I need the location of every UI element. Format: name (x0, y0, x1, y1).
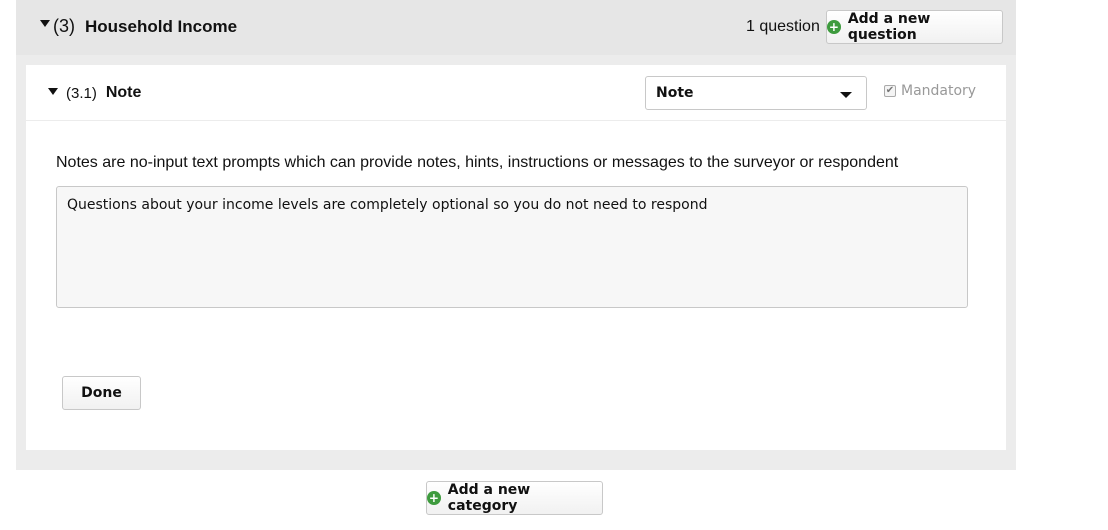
category-panel: (3) Household Income 1 question + Add a … (16, 0, 1016, 470)
mandatory-checkbox[interactable]: ✔ (884, 85, 896, 97)
caret-down-icon (40, 20, 50, 27)
note-description: Notes are no-input text prompts which ca… (56, 154, 899, 171)
plus-circle-icon: + (827, 20, 841, 34)
add-question-label: Add a new question (847, 11, 931, 43)
add-category-label: Add a new category (447, 482, 531, 514)
add-question-button[interactable]: + Add a new question (826, 10, 1003, 44)
question-header: (3.1) Note Note ✔ Mandatory (26, 65, 1006, 121)
question-card: (3.1) Note Note ✔ Mandatory Notes are no… (26, 65, 1006, 450)
add-category-button[interactable]: + Add a new category (426, 481, 603, 515)
chevron-down-icon (840, 92, 852, 98)
question-title: Note (105, 84, 142, 101)
question-number: (3.1) (66, 84, 97, 102)
question-type-value: Note (656, 85, 694, 101)
category-number: (3) (53, 16, 75, 36)
mandatory-label: Mandatory (901, 83, 977, 99)
category-header: (3) Household Income 1 question + Add a … (16, 0, 1016, 55)
plus-circle-icon: + (427, 491, 441, 505)
mandatory-option: ✔ Mandatory (884, 83, 976, 99)
category-collapse-toggle[interactable]: (3) Household Income (40, 16, 237, 37)
question-count: 1 question (746, 18, 820, 35)
done-button[interactable]: Done (62, 376, 141, 410)
category-title: Household Income (85, 16, 238, 36)
caret-down-icon (48, 87, 58, 95)
question-collapse-toggle[interactable]: (3.1) Note (48, 84, 141, 102)
note-textarea[interactable]: Questions about your income levels are c… (56, 186, 968, 308)
question-type-select[interactable]: Note (645, 76, 867, 110)
